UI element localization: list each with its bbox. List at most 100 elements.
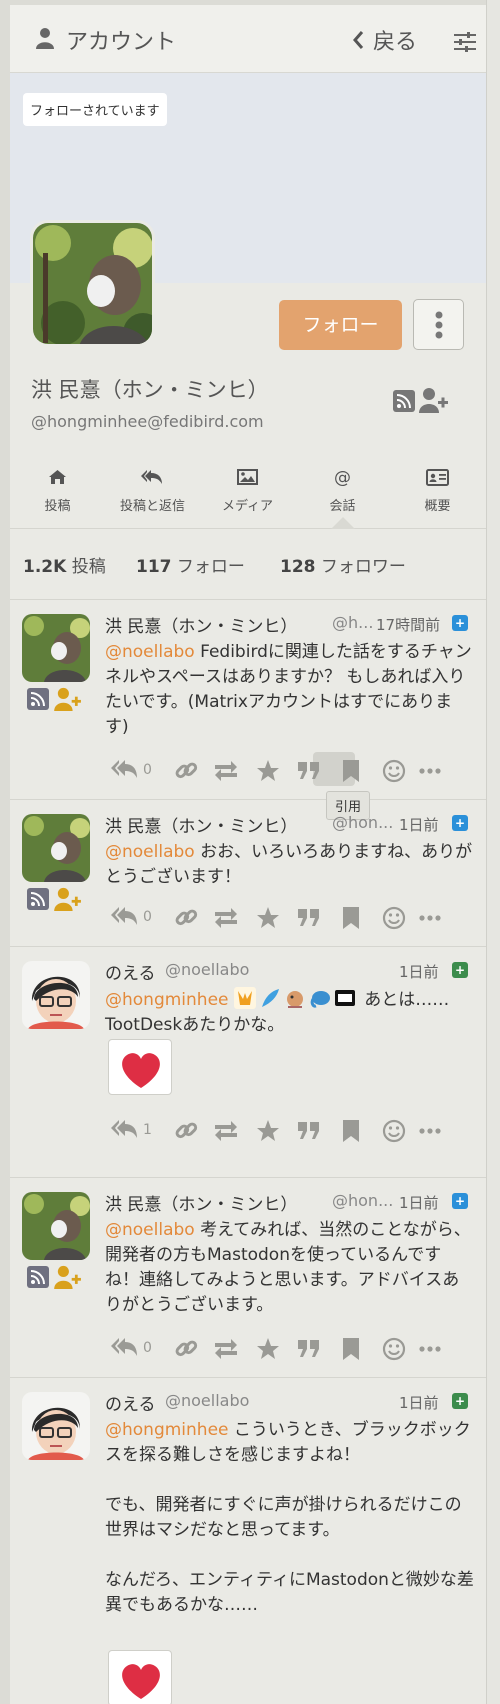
tab-label: 概要: [424, 499, 451, 514]
tab-posts[interactable]: 投稿: [10, 453, 105, 529]
tab-about[interactable]: 概要: [390, 453, 485, 529]
status-avatar[interactable]: [22, 814, 90, 882]
id-card-icon: [426, 469, 449, 486]
ellipsis-vertical-icon: [435, 311, 443, 339]
quote-icon[interactable]: [296, 757, 322, 785]
reaction-heart-card[interactable]: [108, 1650, 172, 1704]
status-avatar[interactable]: [22, 1392, 90, 1460]
bookmark-icon[interactable]: [340, 904, 362, 932]
emoji-reaction-icon[interactable]: [381, 1117, 407, 1145]
link-icon[interactable]: [173, 904, 199, 932]
star-icon[interactable]: [255, 757, 281, 785]
status-item[interactable]: のえる @noellabo 1日前 + @hongminhee こういうとき、ブ…: [10, 1378, 486, 1704]
sliders-icon[interactable]: [454, 32, 476, 52]
star-icon[interactable]: [255, 904, 281, 932]
status-account[interactable]: @noellabo: [165, 1391, 285, 1410]
status-avatar[interactable]: [22, 961, 90, 1029]
status-display-name[interactable]: のえる: [105, 959, 156, 984]
followers-count[interactable]: 128 フォロワー: [280, 552, 406, 577]
profile-display-name: 洪 民憙（ホン・ミンヒ）: [31, 378, 269, 402]
user-icon: [36, 28, 54, 49]
follow-button[interactable]: フォロー: [279, 300, 402, 350]
mention-link[interactable]: @hongminhee: [105, 990, 229, 1010]
custom-emoji-fox: [233, 987, 256, 1009]
ellipsis-icon[interactable]: [417, 904, 443, 932]
status-content: @hongminhee あとは…… TootDeskあたりかな。: [105, 987, 475, 1038]
profile-avatar[interactable]: [30, 220, 155, 347]
link-icon[interactable]: [173, 1117, 199, 1145]
emoji-reaction-icon[interactable]: [381, 1335, 407, 1363]
status-action-bar: 1: [105, 1117, 477, 1145]
boost-icon[interactable]: [212, 1117, 240, 1145]
emoji-reaction-icon[interactable]: [381, 757, 407, 785]
status-account[interactable]: @noellabo: [165, 960, 285, 979]
boost-icon[interactable]: [212, 904, 240, 932]
heart-icon: [122, 1053, 160, 1088]
mention-link[interactable]: @noellabo: [105, 1220, 195, 1240]
mention-link[interactable]: @noellabo: [105, 842, 195, 862]
tab-label: 会話: [329, 499, 356, 514]
bookmark-icon[interactable]: [340, 757, 362, 785]
profile-counts: 1.2K 投稿 117 フォロー 128 フォロワー: [10, 530, 486, 600]
status-timestamp[interactable]: 17時間前: [376, 614, 440, 635]
reply-all-icon: [111, 1338, 137, 1356]
ellipsis-icon[interactable]: [417, 757, 443, 785]
reply-button[interactable]: 0: [109, 1335, 152, 1363]
status-timestamp[interactable]: 1日前: [399, 814, 439, 835]
status-timestamp[interactable]: 1日前: [399, 961, 439, 982]
status-item[interactable]: 洪 民憙（ホン・ミンヒ） @h... 17時間前 + @noellabo Fed…: [10, 600, 486, 800]
boost-icon[interactable]: [212, 1335, 240, 1363]
more-options-button[interactable]: [413, 299, 464, 350]
ellipsis-icon[interactable]: [417, 1335, 443, 1363]
following-count[interactable]: 117 フォロー: [136, 552, 245, 577]
home-icon: [49, 470, 66, 484]
reply-button[interactable]: 0: [109, 904, 152, 932]
reply-button[interactable]: 0: [109, 757, 152, 785]
status-account[interactable]: @hon...: [332, 813, 402, 832]
quote-icon[interactable]: [296, 904, 322, 932]
status-display-name[interactable]: 洪 民憙（ホン・ミンヒ）: [105, 1190, 297, 1215]
status-item[interactable]: 洪 民憙（ホン・ミンヒ） @hon... 1日前 + @noellabo 考えて…: [10, 1178, 486, 1378]
status-display-name[interactable]: のえる: [105, 1390, 156, 1415]
status-avatar[interactable]: [22, 1192, 90, 1260]
reply-all-icon: [111, 760, 137, 778]
bookmark-icon[interactable]: [340, 1117, 362, 1145]
ellipsis-icon[interactable]: [417, 1117, 443, 1145]
bookmark-icon[interactable]: [340, 1335, 362, 1363]
status-timestamp[interactable]: 1日前: [399, 1192, 439, 1213]
relationship-badge: フォローされています: [23, 93, 167, 126]
link-icon[interactable]: [173, 757, 199, 785]
star-icon[interactable]: [255, 1117, 281, 1145]
reaction-heart-card[interactable]: [108, 1039, 172, 1095]
tab-media[interactable]: メディア: [200, 453, 295, 529]
quote-icon[interactable]: [296, 1335, 322, 1363]
star-icon[interactable]: [255, 1335, 281, 1363]
status-avatar[interactable]: [22, 614, 90, 682]
rss-icon: [27, 688, 49, 710]
quote-icon[interactable]: [296, 1117, 322, 1145]
status-timestamp[interactable]: 1日前: [399, 1392, 439, 1413]
column-title: アカウント: [66, 30, 177, 55]
posts-count[interactable]: 1.2K 投稿: [23, 552, 106, 577]
tab-posts-and-replies[interactable]: 投稿と返信: [105, 453, 200, 529]
reply-button[interactable]: 1: [109, 1117, 152, 1145]
link-icon[interactable]: [173, 1335, 199, 1363]
mention-link[interactable]: @hongminhee: [105, 1420, 229, 1440]
status-display-name[interactable]: 洪 民憙（ホン・ミンヒ）: [105, 812, 297, 837]
boost-icon[interactable]: [212, 757, 240, 785]
status-item[interactable]: 洪 民憙（ホン・ミンヒ） @hon... 1日前 + @noellabo おお、…: [10, 800, 486, 947]
emoji-reaction-icon[interactable]: [381, 904, 407, 932]
back-button[interactable]: 戻る: [373, 24, 417, 56]
mention-link[interactable]: @noellabo: [105, 642, 195, 662]
adjacent-column-edge: [486, 0, 500, 1704]
chevron-left-icon[interactable]: [352, 30, 364, 50]
status-display-name[interactable]: 洪 民憙（ホン・ミンヒ）: [105, 612, 297, 637]
status-account[interactable]: @h...: [332, 613, 382, 632]
status-content: @hongminhee こういうとき、ブラックボックスを探る難しさを感じますよね…: [105, 1418, 475, 1618]
add-user-icon[interactable]: [419, 387, 449, 413]
rss-icon[interactable]: [393, 390, 415, 412]
status-account[interactable]: @hon...: [332, 1191, 402, 1210]
status-item[interactable]: のえる @noellabo 1日前 + @hongminhee あとは…… To…: [10, 947, 486, 1178]
tab-label: メディア: [221, 499, 274, 514]
tab-label: 投稿と返信: [119, 499, 185, 514]
